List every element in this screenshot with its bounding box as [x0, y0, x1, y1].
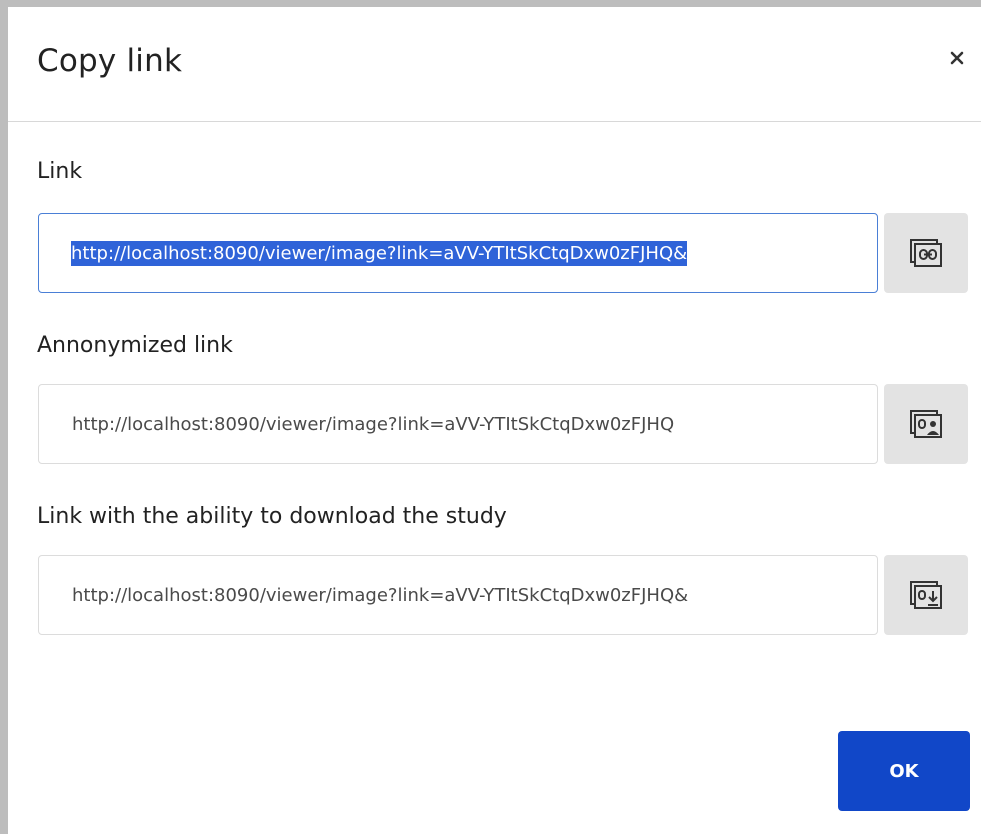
dialog-header: Copy link: [8, 7, 981, 122]
copy-link-dialog: Copy link Link http://localhost:8090/vie…: [8, 7, 981, 834]
copy-anonymized-link-button[interactable]: [884, 384, 968, 464]
link-value: http://localhost:8090/viewer/image?link=…: [71, 240, 688, 266]
anonymized-link-field[interactable]: http://localhost:8090/viewer/image?link=…: [38, 384, 878, 464]
dialog-title: Copy link: [37, 43, 183, 79]
copy-link-icon: [910, 239, 942, 267]
close-icon: [950, 51, 964, 65]
link-label: Link: [37, 159, 83, 184]
link-field[interactable]: http://localhost:8090/viewer/image?link=…: [38, 213, 878, 293]
copy-anonymized-link-icon: [910, 410, 942, 438]
copy-download-link-button[interactable]: [884, 555, 968, 635]
download-link-field[interactable]: http://localhost:8090/viewer/image?link=…: [38, 555, 878, 635]
anonymized-link-value: http://localhost:8090/viewer/image?link=…: [72, 413, 675, 435]
copy-download-link-icon: [910, 581, 942, 609]
copy-link-button[interactable]: [884, 213, 968, 293]
ok-button[interactable]: OK: [838, 731, 970, 811]
close-button[interactable]: [942, 43, 972, 73]
download-link-value: http://localhost:8090/viewer/image?link=…: [72, 584, 689, 606]
anonymized-link-label: Annonymized link: [37, 333, 233, 358]
download-link-label: Link with the ability to download the st…: [37, 504, 507, 529]
